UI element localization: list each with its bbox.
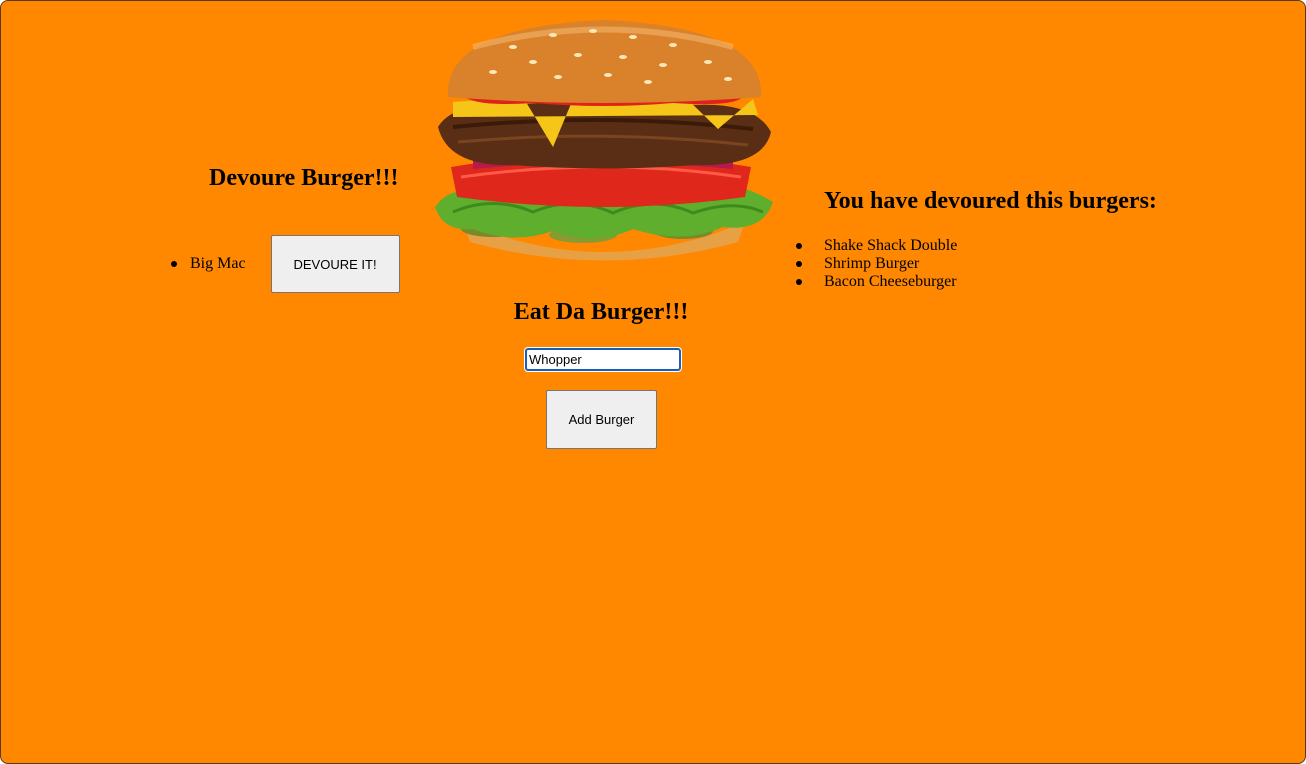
bullet-icon [171,261,177,267]
list-item: Bacon Cheeseburger [796,273,957,291]
bullet-icon [796,261,802,267]
add-burger-button[interactable]: Add Burger [546,390,657,449]
page-title: Eat Da Burger!!! [513,299,689,325]
burger-name: Big Mac [190,255,246,272]
list-item: Shrimp Burger [796,255,957,273]
app-window: Devoure Burger!!! Big Mac DEVOURE IT! Ea… [0,0,1306,764]
devoured-burger-list: Shake Shack Double Shrimp Burger Bacon C… [796,237,957,291]
devoured-section-title: You have devoured this burgers: [824,188,1157,214]
bullet-icon [796,243,802,249]
bullet-icon [796,279,802,285]
devour-section-title: Devoure Burger!!! [209,165,399,191]
devoured-burger-name: Shake Shack Double [824,237,958,254]
devour-button[interactable]: DEVOURE IT! [270,235,400,293]
burger-name-input[interactable] [524,347,682,372]
uneaten-burger-list: Big Mac DEVOURE IT! [171,235,400,293]
devoured-burger-name: Shrimp Burger [824,255,920,272]
list-item: Big Mac DEVOURE IT! [171,235,400,293]
list-item: Shake Shack Double [796,237,957,255]
burger-image [435,20,773,261]
devoured-burger-name: Bacon Cheeseburger [824,273,957,290]
